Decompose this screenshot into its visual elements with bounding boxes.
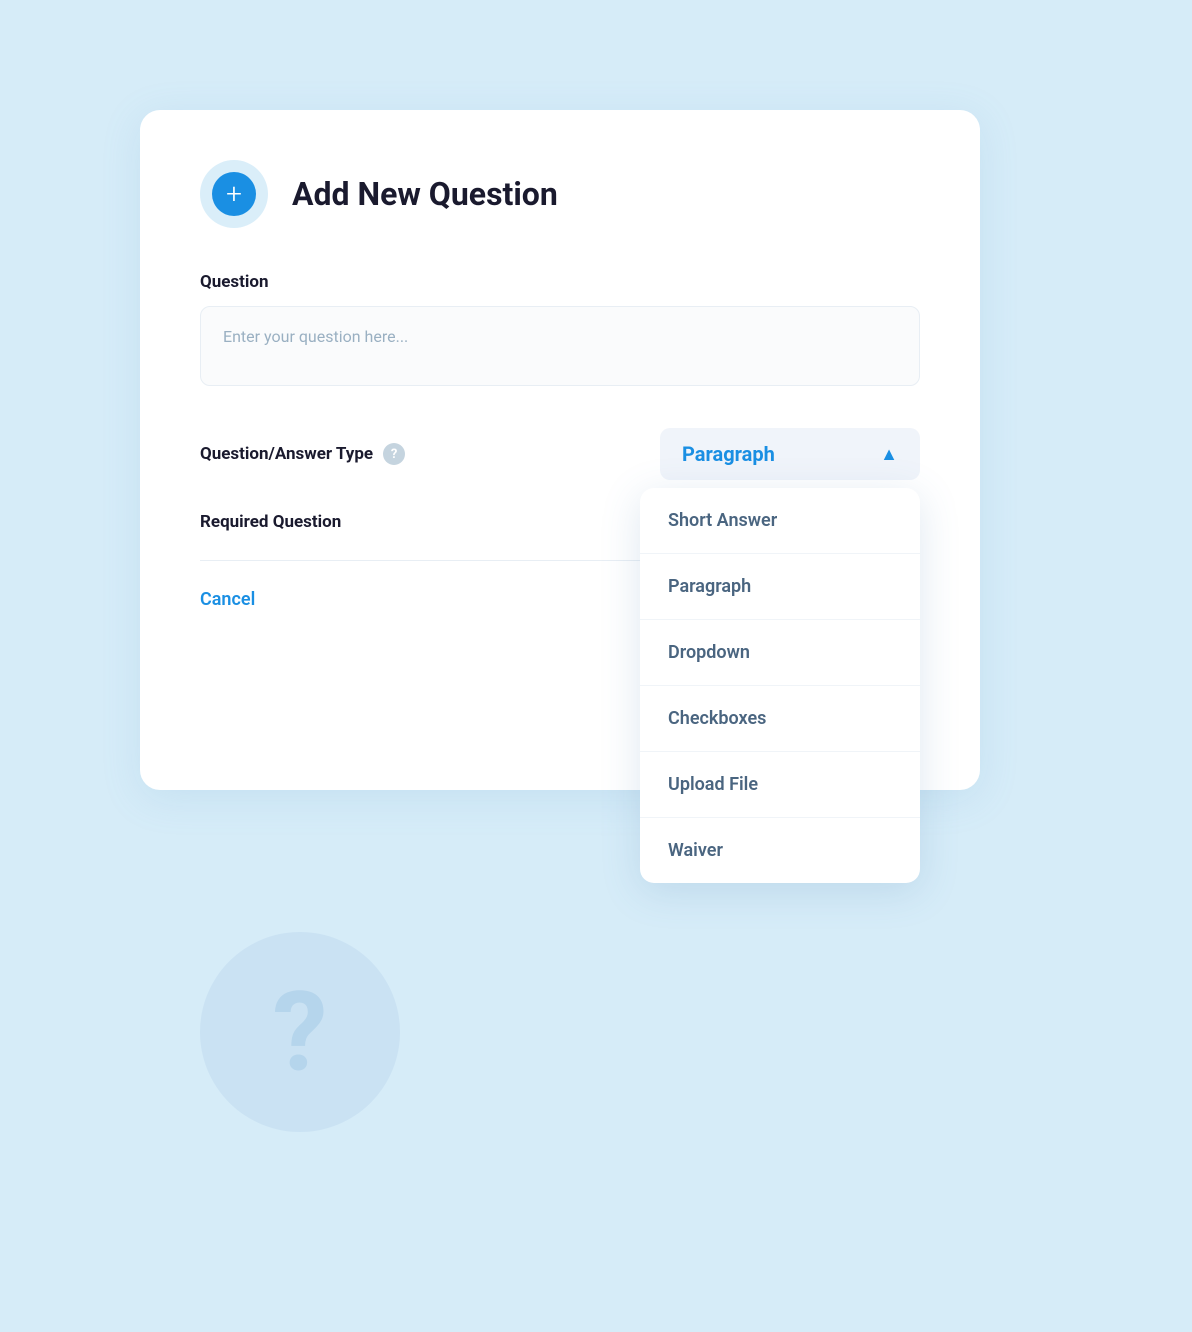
help-icon[interactable]: ? [383,443,405,465]
dropdown-item-waiver[interactable]: Waiver [640,818,920,883]
plus-icon: + [212,172,256,216]
modal-header: + Add New Question [200,160,920,228]
dropdown-item-checkboxes[interactable]: Checkboxes [640,686,920,752]
modal-card: + Add New Question Question Question/Ans… [140,110,980,790]
header-icon-wrapper: + [200,160,268,228]
answer-type-left: Question/Answer Type ? [200,443,405,465]
modal-title: Add New Question [292,175,558,213]
answer-type-dropdown-trigger[interactable]: Paragraph ▲ [660,428,920,480]
dropdown-item-paragraph[interactable]: Paragraph [640,554,920,620]
dropdown-item-upload-file[interactable]: Upload File [640,752,920,818]
question-input[interactable] [200,306,920,386]
question-section: Question [200,272,920,390]
dropdown-item-short-answer[interactable]: Short Answer [640,488,920,554]
watermark-icon: ? [200,932,400,1132]
answer-type-row: Question/Answer Type ? Paragraph ▲ Short… [200,428,920,480]
dropdown-menu: Short Answer Paragraph Dropdown Checkbox… [640,488,920,883]
answer-type-label: Question/Answer Type [200,444,373,464]
dropdown-selected-value: Paragraph [682,442,775,466]
dropdown-item-dropdown[interactable]: Dropdown [640,620,920,686]
cancel-button[interactable]: Cancel [200,589,255,610]
page-background: ? + Add New Question Question Question/A… [0,0,1192,1332]
question-label: Question [200,272,920,292]
chevron-up-icon: ▲ [880,444,898,465]
